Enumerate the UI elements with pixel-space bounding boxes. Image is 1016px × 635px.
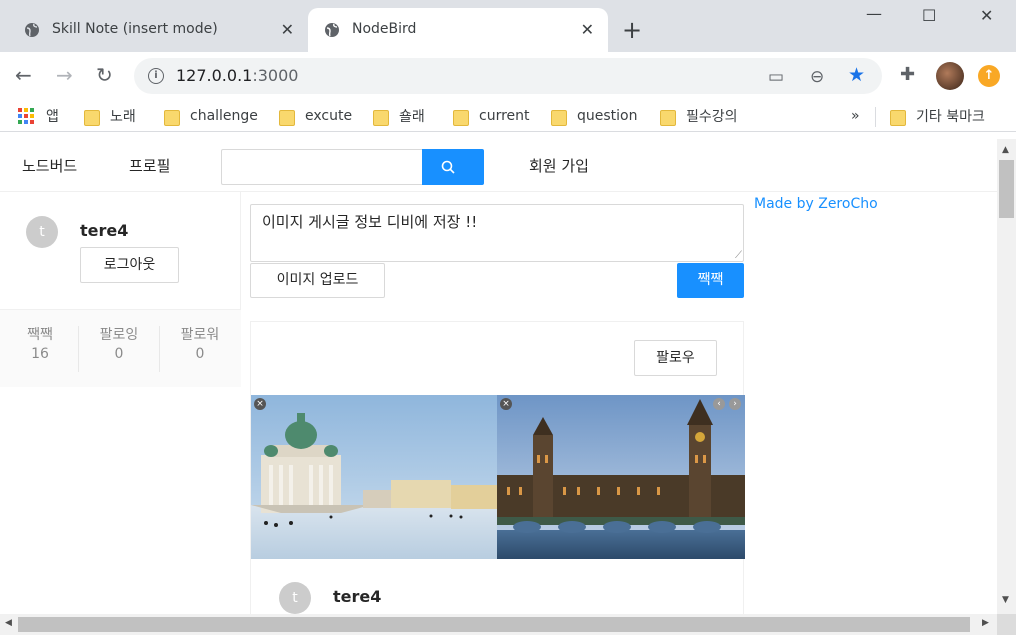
cast-icon[interactable]: ▭ bbox=[768, 67, 784, 87]
remove-image-icon[interactable]: × bbox=[254, 398, 266, 410]
page-viewport: 노드버드 프로필 회원 가입 t tere4 로그아웃 짹짹 16 팔로잉 0 … bbox=[0, 139, 997, 614]
parliament-photo bbox=[497, 395, 745, 559]
menu-signup-link[interactable]: 회원 가입 bbox=[529, 155, 589, 176]
bookmark-other[interactable]: 기타 북마크 bbox=[890, 105, 985, 127]
tab-skill-note[interactable]: Skill Note (insert mode) ✕ bbox=[8, 8, 308, 52]
folder-icon bbox=[660, 108, 676, 126]
stat-following[interactable]: 팔로잉 0 bbox=[79, 310, 159, 388]
reload-icon[interactable]: ↻ bbox=[96, 64, 113, 86]
profile-card: t tere4 로그아웃 짹짹 16 팔로잉 0 팔로워 0 bbox=[0, 192, 241, 387]
close-icon[interactable]: ✕ bbox=[581, 20, 594, 39]
menu-profile-link[interactable]: 프로필 bbox=[129, 155, 170, 176]
search-button[interactable] bbox=[422, 149, 484, 185]
maximize-button[interactable]: ☐ bbox=[922, 6, 936, 25]
back-arrow-icon[interactable]: ← bbox=[15, 64, 32, 86]
menu-home-link[interactable]: 노드버드 bbox=[22, 155, 77, 176]
remove-image-icon[interactable]: × bbox=[500, 398, 512, 410]
image-upload-button[interactable]: 이미지 업로드 bbox=[250, 263, 385, 298]
browser-window: Skill Note (insert mode) ✕ NodeBird ✕ + … bbox=[0, 0, 1016, 635]
apps-grid-icon bbox=[18, 108, 34, 124]
scroll-up-icon[interactable]: ▲ bbox=[1002, 145, 1009, 155]
search-box bbox=[221, 149, 484, 185]
bookmark-folder[interactable]: current bbox=[453, 105, 530, 127]
profile-nickname: tere4 bbox=[80, 221, 129, 240]
post-submit-button[interactable]: 짹짹 bbox=[677, 263, 744, 298]
tab-nodebird[interactable]: NodeBird ✕ bbox=[308, 8, 608, 52]
vertical-scrollbar[interactable]: ▲ ▼ bbox=[997, 139, 1016, 614]
bookmarks-divider bbox=[875, 107, 876, 127]
profile-stats: 짹짹 16 팔로잉 0 팔로워 0 bbox=[0, 309, 241, 387]
stat-posts[interactable]: 짹짹 16 bbox=[0, 310, 80, 388]
next-image-icon[interactable]: › bbox=[729, 398, 741, 410]
made-by-link[interactable]: Made by ZeroCho bbox=[754, 196, 878, 212]
post-form: 이미지 게시글 정보 디비에 저장 !! ⟋ 이미지 업로드 짹짹 bbox=[250, 204, 744, 298]
bookmark-folder[interactable]: question bbox=[551, 105, 637, 127]
scroll-left-icon[interactable]: ◀ bbox=[5, 618, 12, 628]
user-profile-avatar[interactable] bbox=[936, 62, 964, 90]
post-author-nickname: tere4 bbox=[333, 587, 382, 606]
search-icon bbox=[441, 160, 455, 174]
forward-arrow-icon[interactable]: → bbox=[56, 64, 73, 86]
tab-strip: Skill Note (insert mode) ✕ NodeBird ✕ + … bbox=[0, 0, 1016, 52]
follow-button[interactable]: 팔로우 bbox=[634, 340, 717, 376]
folder-icon bbox=[279, 108, 295, 126]
update-icon[interactable]: ↑ bbox=[978, 65, 1000, 87]
prev-image-icon[interactable]: ‹ bbox=[713, 398, 725, 410]
post-author-avatar[interactable]: t bbox=[279, 582, 311, 614]
horizontal-scroll-thumb[interactable] bbox=[18, 617, 970, 632]
post-image-parliament[interactable] bbox=[497, 395, 745, 559]
zoom-icon[interactable]: ⊖ bbox=[810, 67, 824, 87]
bookmark-apps[interactable]: 앱 bbox=[18, 105, 59, 127]
top-menu: 노드버드 프로필 회원 가입 bbox=[0, 139, 997, 192]
address-bar[interactable]: i 127.0.0.1:3000 ▭ ⊖ ★ bbox=[134, 58, 882, 94]
horizontal-scrollbar[interactable]: ◀ ▶ bbox=[0, 614, 997, 635]
search-input[interactable] bbox=[221, 149, 422, 185]
bookmark-folder[interactable]: 노래 bbox=[84, 105, 136, 127]
extensions-icon[interactable]: ✚ bbox=[900, 64, 915, 85]
post-image-cathedral[interactable] bbox=[251, 395, 497, 559]
url-text: 127.0.0.1:3000 bbox=[176, 66, 299, 85]
bookmarks-bar: 앱 노래 challenge excute 숄래 current questio… bbox=[0, 100, 1016, 132]
avatar: t bbox=[26, 216, 58, 248]
tab-title: NodeBird bbox=[352, 21, 417, 37]
globe-icon bbox=[325, 23, 339, 37]
bookmark-folder[interactable]: 숄래 bbox=[373, 105, 425, 127]
folder-icon bbox=[551, 108, 567, 126]
bookmark-folder[interactable]: 필수강의 bbox=[660, 105, 738, 127]
bookmark-star-icon[interactable]: ★ bbox=[848, 64, 865, 86]
window-close-button[interactable]: ✕ bbox=[980, 6, 993, 25]
bookmarks-overflow-button[interactable]: » bbox=[851, 105, 860, 127]
bookmark-folder[interactable]: challenge bbox=[164, 105, 258, 127]
folder-icon bbox=[453, 108, 469, 126]
scroll-right-icon[interactable]: ▶ bbox=[982, 618, 989, 628]
bookmark-folder[interactable]: excute bbox=[279, 105, 352, 127]
globe-icon bbox=[25, 23, 39, 37]
close-icon[interactable]: ✕ bbox=[281, 20, 294, 39]
tab-title: Skill Note (insert mode) bbox=[52, 21, 218, 37]
browser-toolbar: ← → ↻ i 127.0.0.1:3000 ▭ ⊖ ★ bbox=[0, 52, 1016, 100]
post-card: 팔로우 × × ‹ › t tere4 bbox=[250, 321, 745, 614]
minimize-button[interactable]: — bbox=[866, 4, 882, 23]
stat-followers[interactable]: 팔로워 0 bbox=[160, 310, 240, 388]
folder-icon bbox=[890, 108, 906, 126]
new-tab-icon[interactable]: + bbox=[622, 16, 642, 44]
logout-button[interactable]: 로그아웃 bbox=[80, 247, 179, 283]
cathedral-photo bbox=[251, 395, 497, 559]
folder-icon bbox=[84, 108, 100, 126]
site-info-icon[interactable]: i bbox=[148, 68, 164, 84]
folder-icon bbox=[164, 108, 180, 126]
scroll-corner bbox=[997, 614, 1016, 635]
folder-icon bbox=[373, 108, 389, 126]
post-textarea[interactable]: 이미지 게시글 정보 디비에 저장 !! bbox=[250, 204, 744, 262]
scroll-down-icon[interactable]: ▼ bbox=[1002, 595, 1009, 605]
resize-handle-icon[interactable]: ⟋ bbox=[735, 250, 742, 261]
vertical-scroll-thumb[interactable] bbox=[999, 160, 1014, 218]
